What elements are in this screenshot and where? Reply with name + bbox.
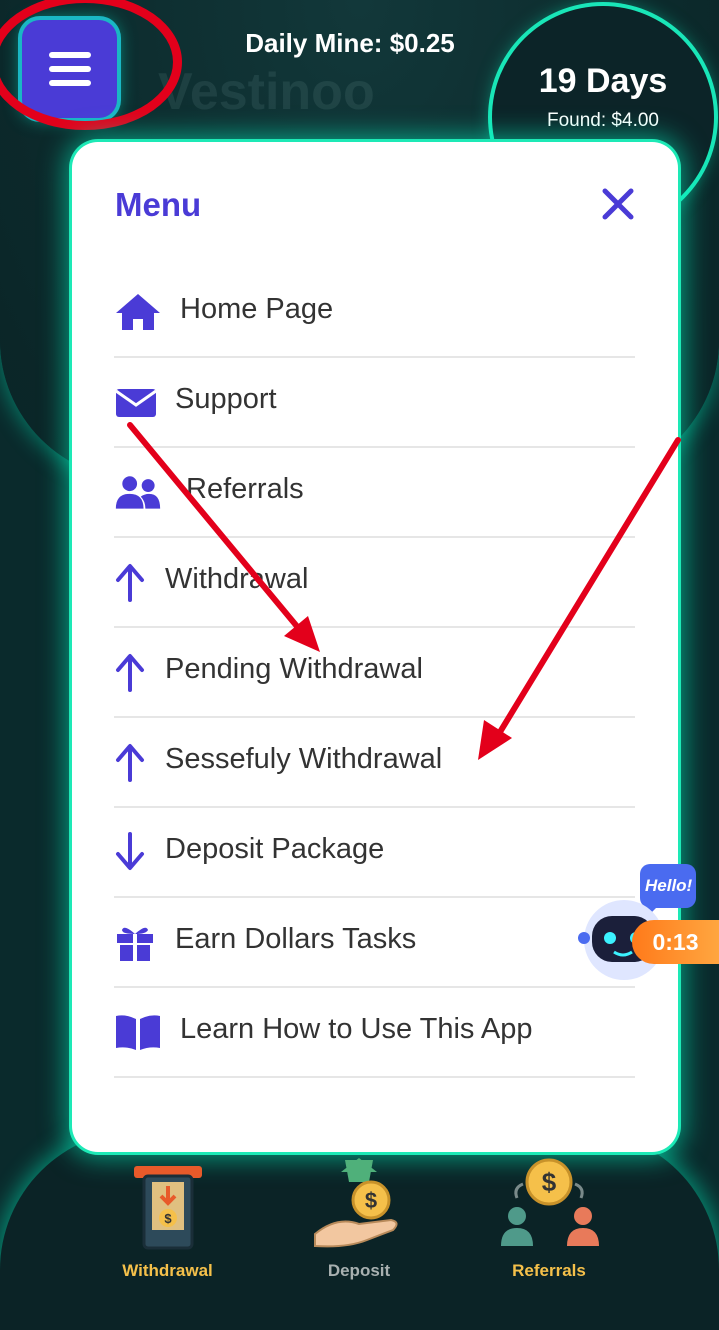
arrow-up-icon [116,564,144,602]
days-count: 19 Days [538,62,668,100]
deposit-money-icon: $ [314,1158,398,1248]
envelope-icon [115,389,157,417]
menu-item-withdrawal[interactable]: Withdrawal [114,537,635,628]
found-amount: Found: $4.00 [547,110,659,131]
menu-panel: Menu Home Page Support Referrals Withdra… [72,142,678,1152]
menu-item-referrals[interactable]: Referrals [114,447,635,538]
daily-mine-label: Daily Mine: $0.25 [245,28,455,58]
menu-item-label: Deposit Package [165,833,385,865]
chat-timer: 0:13 [632,920,719,964]
app-logo-watermark: Vestinoo [158,63,375,121]
menu-item-label: Learn How to Use This App [180,1013,533,1045]
menu-item-label: Withdrawal [165,563,309,595]
nav-deposit[interactable]: $ Deposit [298,1158,420,1281]
svg-text:$: $ [542,1167,557,1197]
menu-item-label: Home Page [180,293,334,325]
menu-item-label: Pending Withdrawal [165,653,423,685]
menu-item-label: Sessefuly Withdrawal [165,743,443,775]
nav-label: Withdrawal [122,1261,213,1280]
gift-icon [117,927,153,961]
nav-referrals[interactable]: $ Referrals [488,1158,610,1281]
menu-item-successful-withdrawal[interactable]: Sessefuly Withdrawal [114,717,635,808]
nav-label: Deposit [327,1261,391,1280]
home-icon [116,294,160,330]
menu-item-label: Support [175,383,277,415]
close-icon[interactable] [600,186,636,222]
referral-money-icon: $ [501,1158,599,1246]
menu-item-label: Referrals [186,473,304,505]
users-icon [115,476,161,509]
menu-item-pending-withdrawal[interactable]: Pending Withdrawal [114,627,635,718]
menu-item-label: Earn Dollars Tasks [175,923,417,955]
atm-withdrawal-icon: $ [133,1166,202,1250]
arrow-up-icon [116,744,144,782]
nav-label: Referrals [512,1261,586,1280]
menu-item-support[interactable]: Support [114,357,635,448]
book-icon [116,1015,160,1050]
menu-item-deposit-package[interactable]: Deposit Package [114,807,635,898]
menu-title: Menu [115,186,202,223]
menu-item-earn-tasks[interactable]: Earn Dollars Tasks [114,897,635,988]
svg-text:$: $ [365,1188,377,1213]
chat-bubble-text: Hello! [645,876,693,895]
arrow-up-icon [116,654,144,692]
menu-item-learn[interactable]: Learn How to Use This App [114,987,635,1078]
menu-item-home[interactable]: Home Page [114,267,635,358]
nav-withdrawal[interactable]: $ Withdrawal [105,1162,230,1281]
arrow-down-icon [116,832,144,870]
svg-text:$: $ [164,1211,172,1226]
